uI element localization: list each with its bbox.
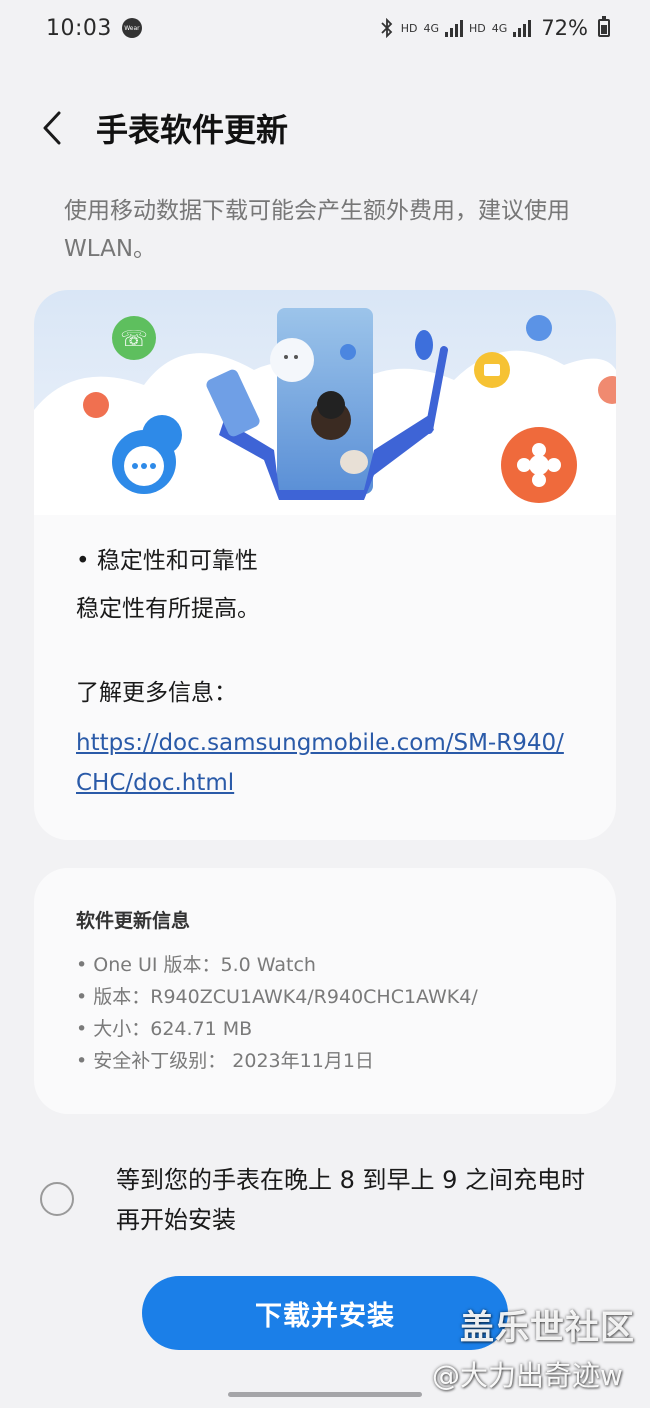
header: 手表软件更新	[40, 100, 288, 156]
info-security-patch: • 安全补丁级别： 2023年11月1日	[76, 1050, 374, 1072]
svg-text:☏: ☏	[120, 327, 148, 352]
release-notes-card: ☏ • 稳定性和可靠性 稳定性有所提高。 了解更多信息： https://doc…	[34, 290, 616, 840]
learn-more-label: 了解更多信息：	[76, 680, 237, 706]
status-time: 10:03	[46, 15, 112, 41]
info-ui-version: • One UI 版本：5.0 Watch	[76, 954, 316, 976]
network-4g-label-2: 4G	[491, 21, 508, 35]
software-info-title: 软件更新信息	[76, 910, 191, 932]
signal-icon-2	[513, 19, 532, 37]
wear-app-icon: Wear	[121, 18, 142, 38]
install-while-charging-label: 等到您的手表在晚上 8 到早上 9 之间充电时再开始安装	[116, 1166, 586, 1234]
bluetooth-icon	[381, 18, 393, 38]
info-build-version: • 版本：R940ZCU1AWK4/R940CHC1AWK4/	[76, 986, 478, 1008]
install-while-charging-radio[interactable]	[40, 1182, 74, 1216]
battery-icon	[598, 16, 610, 37]
page-title: 手表软件更新	[96, 111, 289, 149]
watermark-author: @大力出奇迹w	[432, 1359, 623, 1392]
data-usage-notice: 使用移动数据下载可能会产生额外费用，建议使用 WLAN。	[64, 198, 570, 262]
back-arrow-icon	[43, 111, 61, 145]
status-bar: 10:03 Wear HD 4G HD 4G 72%	[0, 0, 650, 56]
info-size: • 大小：624.71 MB	[76, 1018, 253, 1040]
release-note-detail: 稳定性有所提高。	[76, 596, 260, 622]
release-notes-link[interactable]: https://doc.samsungmobile.com/SM-R940/CH…	[76, 723, 576, 803]
back-button[interactable]	[40, 100, 80, 156]
download-install-button[interactable]: 下载并安装	[142, 1276, 508, 1350]
watermark-brand: 盖乐世社区	[460, 1308, 635, 1348]
hero-illustration: ☏	[34, 290, 616, 515]
software-info-card: 软件更新信息 • One UI 版本：5.0 Watch • 版本：R940ZC…	[34, 868, 616, 1114]
network-hd-label: HD	[400, 21, 418, 35]
network-hd-label-2: HD	[469, 21, 486, 35]
home-indicator	[228, 1392, 422, 1397]
install-while-charging-option[interactable]: 等到您的手表在晚上 8 到早上 9 之间充电时再开始安装	[40, 1160, 620, 1240]
release-note-heading: • 稳定性和可靠性	[76, 548, 258, 574]
signal-icon	[445, 19, 464, 37]
network-4g-label: 4G	[423, 21, 440, 35]
battery-percent: 72%	[541, 16, 588, 40]
